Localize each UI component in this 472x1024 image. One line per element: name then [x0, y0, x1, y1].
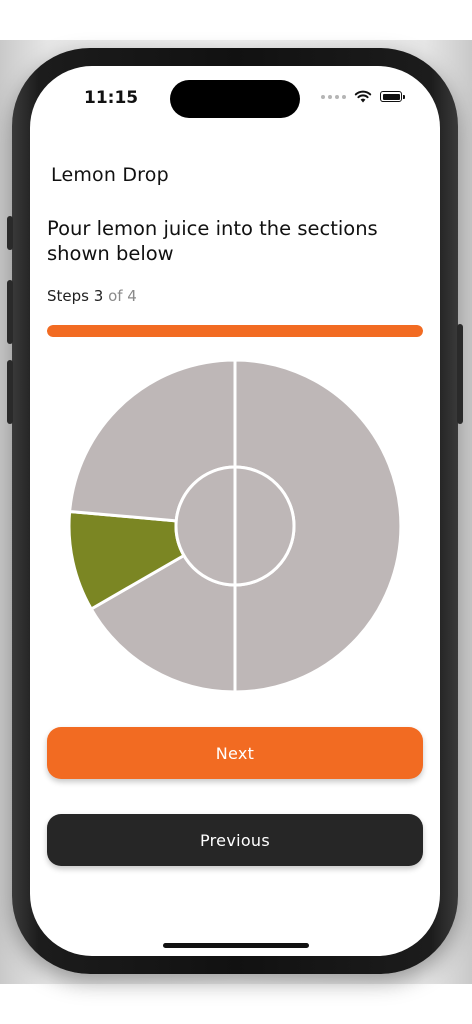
- steps-total: of 4: [108, 287, 137, 305]
- steps-label: Steps: [47, 287, 89, 305]
- step-counter: Steps 3 of 4: [47, 287, 137, 305]
- home-indicator[interactable]: [163, 943, 309, 948]
- dynamic-island: [170, 80, 300, 118]
- app-title: Lemon Drop: [51, 164, 169, 186]
- previous-button[interactable]: Previous: [47, 814, 423, 866]
- next-button[interactable]: Next: [47, 727, 423, 779]
- progress-bar: [47, 325, 423, 337]
- volume-down-button: [7, 360, 13, 424]
- status-time: 11:15: [84, 88, 139, 108]
- steps-current: 3: [93, 287, 104, 305]
- app-screen: 11:15 Lemon Drop Pour lemon juice into t…: [30, 66, 440, 956]
- step-instruction: Pour lemon juice into the sections shown…: [47, 217, 378, 265]
- volume-up-button: [7, 280, 13, 344]
- status-icons: [321, 90, 405, 103]
- silent-switch: [7, 216, 13, 250]
- signal-dots-icon: [321, 94, 346, 99]
- glass-section-chart: [67, 358, 403, 694]
- battery-icon: [380, 91, 405, 102]
- wifi-icon: [354, 90, 372, 103]
- power-button: [457, 324, 463, 424]
- progress-bar-fill: [47, 325, 423, 337]
